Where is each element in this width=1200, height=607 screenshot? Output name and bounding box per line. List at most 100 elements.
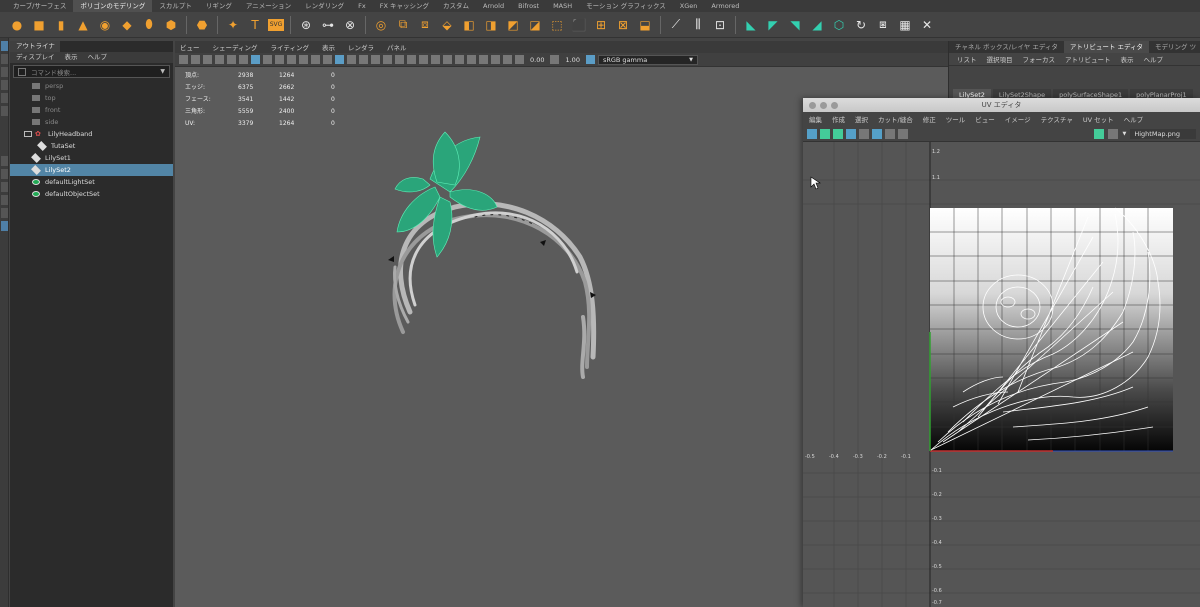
menu-show[interactable]: 表示 (65, 52, 78, 63)
merge-icon[interactable]: ⬚ (548, 16, 566, 34)
layout-stack-icon[interactable] (1, 195, 8, 205)
outliner-item-defaultobjectset[interactable]: defaultObjectSet (10, 188, 173, 200)
connect-icon[interactable]: ⬓ (636, 16, 654, 34)
target-weld-icon[interactable]: ⊞ (592, 16, 610, 34)
xray-joints-icon[interactable] (431, 55, 440, 64)
image-plane-icon[interactable] (215, 55, 224, 64)
shelf-tab-active[interactable]: ポリゴンのモデリング (73, 0, 153, 12)
uv-display-icon[interactable] (846, 128, 856, 139)
exposure-icon[interactable] (515, 55, 524, 64)
gamma-icon[interactable] (550, 55, 560, 64)
wireframe-on-shaded-icon[interactable] (371, 55, 380, 64)
layout-outliner-icon[interactable] (1, 221, 8, 231)
default-material-icon[interactable] (359, 55, 368, 64)
menu-attributes[interactable]: アトリビュート (1065, 54, 1111, 64)
super-shape-icon[interactable]: ⬣ (193, 16, 211, 34)
menu-tools[interactable]: ツール (946, 114, 966, 124)
extrude-icon[interactable]: ⧈ (416, 16, 434, 34)
anti-aliasing-icon[interactable] (491, 55, 500, 64)
outliner-item-lilyset1[interactable]: LilySet1 (10, 152, 173, 164)
field-chart-icon[interactable] (299, 55, 308, 64)
safe-title-icon[interactable] (323, 55, 332, 64)
textured-icon[interactable] (383, 55, 392, 64)
uv-image-icon[interactable] (859, 128, 869, 139)
menu-image[interactable]: イメージ (1005, 114, 1031, 124)
layout-side-icon[interactable] (1, 182, 8, 192)
shelf-tab[interactable]: モーション グラフィックス (579, 0, 673, 12)
boolean-icon[interactable]: ◎ (372, 16, 390, 34)
gamma-value[interactable]: 1.00 (562, 56, 582, 64)
wireframe-icon[interactable] (335, 55, 344, 64)
shadows-icon[interactable] (407, 55, 416, 64)
shelf-tab[interactable]: レンダリング (298, 0, 351, 12)
camera-icon[interactable] (179, 55, 188, 64)
svg-icon[interactable]: SVG (268, 18, 284, 31)
2d-pan-icon[interactable] (227, 55, 236, 64)
append-icon[interactable]: ◧ (460, 16, 478, 34)
uv-unfold-icon[interactable]: ⬡ (830, 16, 848, 34)
cylinder-icon[interactable]: ▮ (52, 16, 70, 34)
multi-cut-icon[interactable]: ⟋ (667, 16, 685, 34)
shelf-tab[interactable]: Armored (704, 0, 746, 12)
menu-view[interactable]: ビュー (975, 114, 995, 124)
uv-spherical-icon[interactable]: ◥ (786, 16, 804, 34)
torus-icon[interactable]: ◉ (96, 16, 114, 34)
uv-cylindrical-icon[interactable]: ◤ (764, 16, 782, 34)
cone-icon[interactable]: ▲ (74, 16, 92, 34)
chevron-down-icon[interactable]: ▼ (160, 68, 165, 75)
menu-show[interactable]: 表示 (1121, 54, 1134, 64)
tab-modeling-toolkit[interactable]: モデリング ツ (1149, 41, 1200, 53)
smooth-shade-icon[interactable] (347, 55, 356, 64)
menu-lighting[interactable]: ライティング (271, 42, 309, 52)
smooth-icon[interactable]: ⊗ (341, 16, 359, 34)
colorspace-dropdown[interactable]: sRGB gamma ▼ (597, 54, 698, 65)
color-management-icon[interactable] (585, 55, 595, 64)
menu-modify[interactable]: 修正 (923, 114, 936, 124)
uv-shell-icon[interactable] (820, 128, 830, 139)
menu-create[interactable]: 作成 (832, 114, 845, 124)
resolution-gate-icon[interactable] (275, 55, 284, 64)
layout-single-icon[interactable] (1, 156, 8, 166)
exposure-value[interactable]: 0.00 (527, 56, 547, 64)
menu-select[interactable]: 選択 (855, 114, 868, 124)
platonic-icon[interactable]: ⬢ (162, 16, 180, 34)
outliner-search[interactable]: コマンド検索... ▼ (13, 65, 170, 78)
grease-pencil-icon[interactable] (239, 55, 248, 64)
menu-view[interactable]: ビュー (180, 42, 200, 52)
shelf-tab[interactable]: Bifrost (511, 0, 546, 12)
text-icon[interactable]: T (246, 16, 264, 34)
menu-help[interactable]: ヘルプ (1144, 54, 1164, 64)
uv-sew-icon[interactable]: ✕ (918, 16, 936, 34)
motion-blur-icon[interactable] (479, 55, 488, 64)
depth-of-field-icon[interactable] (503, 55, 512, 64)
shelf-tab[interactable]: カスタム (436, 0, 476, 12)
uv-grid-icon[interactable] (807, 128, 817, 139)
menu-display[interactable]: ディスプレイ (16, 52, 55, 63)
bridge-icon[interactable]: ⧉ (394, 16, 412, 34)
menu-list[interactable]: リスト (957, 54, 977, 64)
combine-icon[interactable]: ⊛ (297, 16, 315, 34)
film-gate-icon[interactable] (263, 55, 272, 64)
separate-icon[interactable]: ⊶ (319, 16, 337, 34)
menu-edit[interactable]: 編集 (809, 114, 822, 124)
menu-renderer[interactable]: レンダラ (348, 42, 374, 52)
shelf-tab[interactable]: FX キャッシング (373, 0, 436, 12)
menu-help[interactable]: ヘルプ (1124, 114, 1144, 124)
bookmark-icon[interactable] (203, 55, 212, 64)
outliner-item-tutaset[interactable]: TutaSet (10, 140, 173, 152)
move-tool-icon[interactable] (1, 80, 8, 90)
collapse-icon[interactable]: ⬛ (570, 16, 588, 34)
bevel-icon[interactable]: ⬙ (438, 16, 456, 34)
xray-icon[interactable] (419, 55, 428, 64)
menu-textures[interactable]: テクスチャ (1041, 114, 1073, 124)
isolate-select-icon[interactable] (455, 55, 464, 64)
outliner-item-lilyheadband[interactable]: ✿ LilyHeadband (10, 128, 173, 140)
uv-cut-icon[interactable]: ↻ (852, 16, 870, 34)
gate-mask-icon[interactable] (287, 55, 296, 64)
fill-hole-icon[interactable]: ◨ (482, 16, 500, 34)
shelf-tab[interactable]: Arnold (476, 0, 511, 12)
xray-components-icon[interactable] (443, 55, 452, 64)
menu-show[interactable]: 表示 (322, 42, 335, 52)
uv-planar-icon[interactable]: ◣ (742, 16, 760, 34)
quad-draw-icon[interactable]: ⊡ (711, 16, 729, 34)
